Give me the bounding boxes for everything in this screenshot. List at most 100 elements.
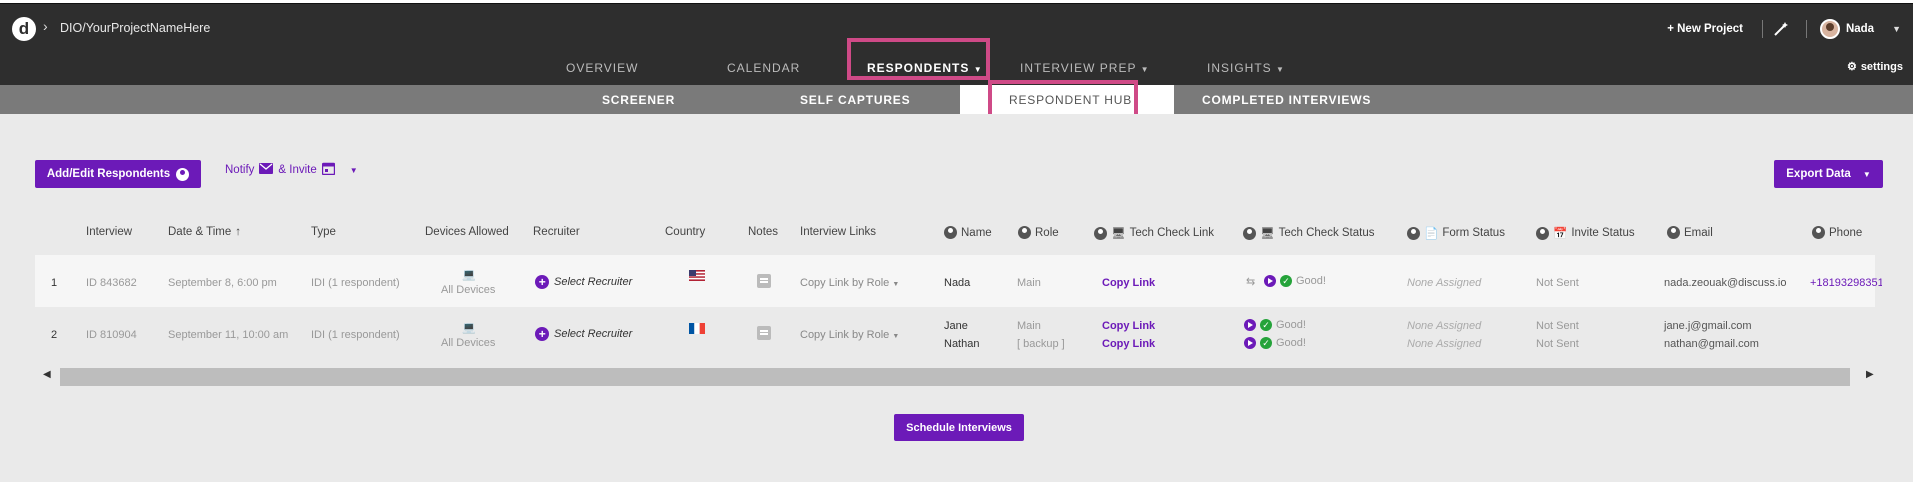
- discuss-logo[interactable]: d: [12, 17, 36, 41]
- magic-wand-icon[interactable]: [1770, 18, 1792, 40]
- arrow-up-icon: ↑: [235, 226, 242, 238]
- settings-button[interactable]: ⚙ settings: [1846, 60, 1903, 74]
- email: nathan@gmail.com: [1664, 338, 1759, 350]
- export-label: Export Data: [1786, 168, 1851, 180]
- copy-link-by-role-dropdown[interactable]: Copy Link by Role ▼: [800, 329, 899, 341]
- col-form-status[interactable]: 📄 Form Status: [1407, 226, 1505, 240]
- col-devices[interactable]: Devices Allowed: [425, 226, 509, 238]
- notes-icon[interactable]: [757, 326, 771, 340]
- plus-icon: +: [535, 327, 549, 341]
- respondent-role: [ backup ]: [1017, 338, 1065, 350]
- play-icon[interactable]: [1264, 275, 1276, 288]
- user-name[interactable]: Nada: [1846, 23, 1874, 35]
- person-icon: [1667, 226, 1680, 239]
- highlight-box-respondent-hub: [988, 80, 1138, 118]
- add-edit-respondents-button[interactable]: Add/Edit Respondents: [35, 160, 201, 188]
- highlight-box-respondents: [847, 38, 990, 80]
- col-email[interactable]: Email: [1667, 226, 1713, 239]
- select-recruiter-button[interactable]: + Select Recruiter: [535, 275, 632, 289]
- new-project-button[interactable]: + New Project: [1667, 23, 1755, 35]
- phone[interactable]: +18193298351: [1810, 277, 1882, 289]
- copy-link[interactable]: Copy Link: [1102, 277, 1155, 289]
- col-tech-status[interactable]: 🖥 Tech Check Status: [1243, 226, 1375, 240]
- col-phone-label: Phone: [1829, 226, 1863, 239]
- chevron-down-icon[interactable]: ▼: [1892, 24, 1901, 34]
- avatar[interactable]: [1819, 19, 1840, 39]
- tab-interview-prep[interactable]: INTERVIEW PREP ▼: [1020, 61, 1150, 75]
- main-content: Add/Edit Respondents Notify & Invite ▼ E…: [0, 114, 1913, 482]
- play-icon[interactable]: [1244, 337, 1256, 350]
- interview-id: ID 810904: [86, 329, 137, 341]
- copy-link[interactable]: Copy Link: [1102, 320, 1155, 332]
- col-tech-status-label: Tech Check Status: [1278, 227, 1375, 239]
- email: jane.j@gmail.com: [1664, 320, 1752, 332]
- copy-link[interactable]: Copy Link: [1102, 338, 1155, 350]
- subtab-self-captures[interactable]: SELF CAPTURES: [800, 93, 910, 107]
- tab-calendar[interactable]: CALENDAR: [727, 61, 800, 75]
- col-phone[interactable]: Phone: [1812, 226, 1862, 239]
- person-icon: [944, 226, 957, 239]
- select-recruiter-label: Select Recruiter: [554, 275, 633, 288]
- col-type[interactable]: Type: [311, 226, 336, 238]
- respondent-name: Nathan: [944, 338, 980, 350]
- tab-interview-prep-label: INTERVIEW PREP: [1020, 61, 1137, 75]
- tab-insights[interactable]: INSIGHTS ▼: [1207, 61, 1285, 75]
- scroll-left-arrow[interactable]: ◀: [43, 369, 51, 380]
- subtab-completed-interviews[interactable]: COMPLETED INTERVIEWS: [1202, 93, 1371, 107]
- gear-icon: ⚙: [1846, 61, 1857, 73]
- check-icon: ✓: [1260, 319, 1272, 332]
- tab-overview[interactable]: OVERVIEW: [566, 61, 638, 75]
- chevron-down-icon: ▼: [1862, 169, 1871, 179]
- schedule-interviews-button[interactable]: Schedule Interviews: [894, 414, 1024, 441]
- tech-check-status: ✓ Good!: [1244, 337, 1306, 350]
- calendar-icon: 📅: [1553, 228, 1568, 240]
- col-recruiter[interactable]: Recruiter: [533, 226, 580, 238]
- invite-status: Not Sent: [1536, 338, 1579, 350]
- calendar-icon: [321, 162, 335, 178]
- notify-label: Notify: [225, 164, 255, 176]
- row-number: 2: [51, 329, 58, 341]
- tech-check-status-label: Good!: [1276, 319, 1306, 331]
- copy-link-by-role-label: Copy Link by Role: [800, 277, 890, 289]
- person-icon: [1243, 226, 1256, 240]
- col-name[interactable]: Name: [944, 226, 992, 239]
- plus-icon: +: [535, 275, 549, 289]
- scroll-right-arrow[interactable]: ▶: [1866, 369, 1874, 380]
- col-invite-status[interactable]: 📅 Invite Status: [1536, 226, 1635, 240]
- select-recruiter-button[interactable]: + Select Recruiter: [535, 327, 632, 341]
- envelope-icon: [259, 163, 274, 177]
- respondent-name: Jane: [944, 320, 968, 332]
- horizontal-scrollbar[interactable]: [60, 368, 1850, 386]
- form-status: None Assigned: [1407, 277, 1482, 289]
- subtab-screener[interactable]: SCREENER: [602, 93, 675, 107]
- date-time: September 8, 6:00 pm: [168, 277, 277, 289]
- col-links[interactable]: Interview Links: [800, 226, 876, 238]
- col-interview[interactable]: Interview: [86, 226, 132, 238]
- date-time: September 11, 10:00 am: [168, 329, 289, 341]
- chevron-down-icon: ▼: [349, 165, 358, 175]
- us-flag-icon: [689, 270, 705, 281]
- play-icon[interactable]: [1244, 319, 1256, 332]
- col-notes[interactable]: Notes: [748, 226, 778, 238]
- col-tech-link[interactable]: 🖥 Tech Check Link: [1094, 226, 1214, 240]
- col-date-time-label: Date & Time: [168, 226, 232, 238]
- devices-allowed: All Devices: [441, 337, 496, 349]
- devices-allowed: All Devices: [441, 284, 496, 296]
- person-icon: [1407, 226, 1420, 240]
- refresh-icon[interactable]: ⇆: [1246, 275, 1255, 288]
- col-invite-status-label: Invite Status: [1571, 227, 1635, 239]
- breadcrumb[interactable]: DIO/YourProjectNameHere: [60, 21, 210, 35]
- col-date-time[interactable]: Date & Time ↑: [168, 226, 241, 238]
- invite-label: & Invite: [278, 164, 317, 176]
- col-role[interactable]: Role: [1018, 226, 1059, 239]
- notes-icon[interactable]: [757, 274, 771, 288]
- respondent-role: Main: [1017, 277, 1041, 289]
- settings-label: settings: [1860, 60, 1903, 73]
- copy-link-by-role-dropdown[interactable]: Copy Link by Role ▼: [800, 277, 899, 289]
- notify-invite-button[interactable]: Notify & Invite ▼: [225, 162, 358, 178]
- sub-nav: SCREENER SELF CAPTURES RESPONDENT HUB CO…: [0, 85, 1913, 114]
- chevron-down-icon: ▼: [1276, 65, 1285, 74]
- col-country[interactable]: Country: [665, 226, 705, 238]
- form-icon: 📄: [1424, 228, 1439, 240]
- export-data-button[interactable]: Export Data ▼: [1774, 160, 1883, 188]
